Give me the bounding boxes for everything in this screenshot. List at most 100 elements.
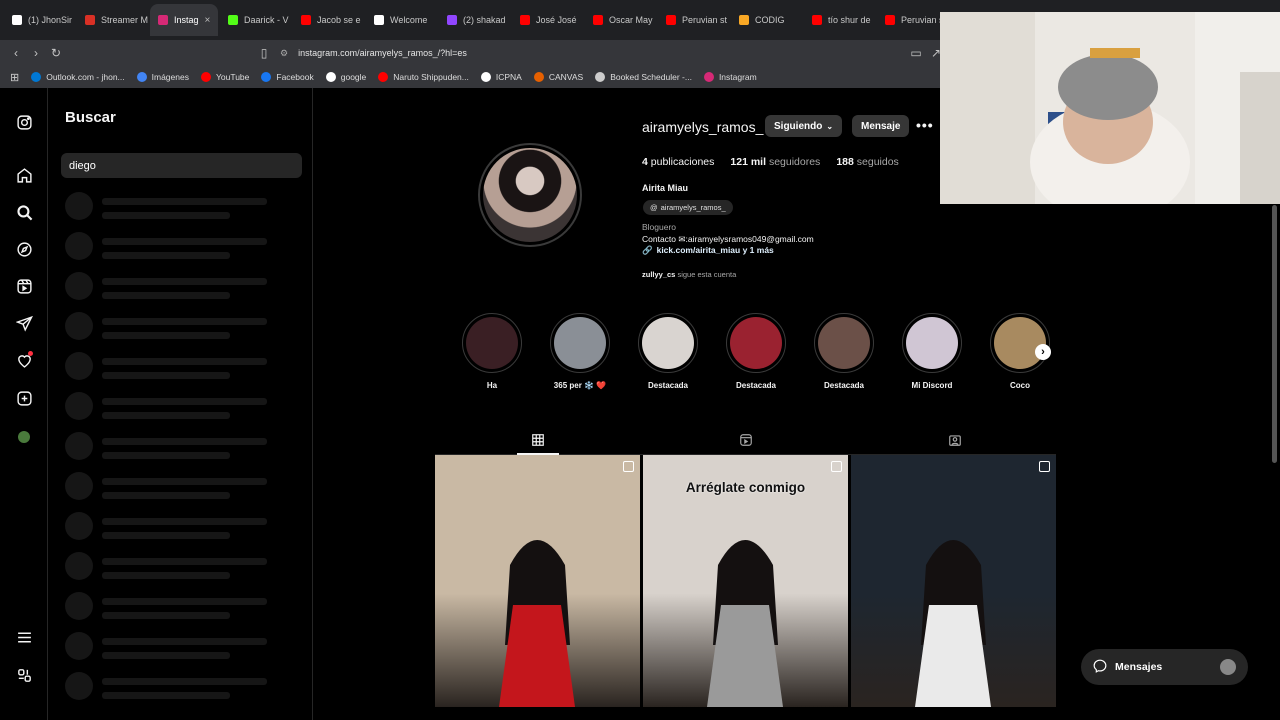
browser-tab[interactable]: Peruvian st <box>877 4 948 36</box>
browser-tab[interactable]: (1) JhonSir <box>4 4 75 36</box>
post-thumbnail[interactable] <box>851 455 1056 707</box>
bookmark-label: Outlook.com - jhon... <box>46 72 125 82</box>
skeleton-line <box>102 492 230 499</box>
bookmark-item[interactable]: Naruto Shippuden... <box>378 72 469 82</box>
link-icon: 🔗 <box>642 245 653 255</box>
profile-link[interactable]: 🔗 kick.com/airita_miau y 1 más <box>642 245 774 256</box>
apps-grid-icon[interactable]: ⊞ <box>10 71 19 84</box>
highlights-next-icon[interactable]: › <box>1035 344 1051 360</box>
bookmark-item[interactable]: google <box>325 72 366 82</box>
bookmark-favicon-icon <box>200 72 211 82</box>
back-icon[interactable]: ‹ <box>6 46 26 60</box>
skeleton-line <box>102 598 267 605</box>
reels-icon[interactable] <box>14 276 34 296</box>
highlight-item[interactable]: Destacada <box>724 313 788 390</box>
highlight-label: 365 per ❄️ ❤️ <box>553 381 607 390</box>
search-result-skeleton <box>65 312 275 342</box>
address-bar[interactable]: ⚙ instagram.com/airamyelys_ramos_/?hl=es <box>280 44 940 62</box>
bookmark-item[interactable]: Instagram <box>703 72 757 82</box>
direct-messages-icon[interactable] <box>14 313 34 333</box>
highlight-label: Destacada <box>735 381 777 390</box>
instagram-nav-rail <box>0 88 48 720</box>
threads-badge[interactable]: @ airamyelys_ramos_ <box>643 200 733 215</box>
profile-avatar-icon[interactable] <box>14 427 34 447</box>
explore-icon[interactable] <box>14 239 34 259</box>
bookmark-item[interactable]: YouTube <box>200 72 249 82</box>
bookmark-item[interactable]: CANVAS <box>533 72 583 82</box>
following-button[interactable]: Siguiendo ⌄ <box>765 115 843 137</box>
skeleton-line <box>102 678 267 685</box>
close-tab-icon[interactable]: × <box>205 15 211 26</box>
story-highlights: Ha 365 per ❄️ ❤️ Destacada Destacada Destaca… <box>460 313 1060 393</box>
highlight-cover <box>550 313 610 373</box>
browser-tab[interactable]: Welcome <box>366 4 437 36</box>
bookmark-favicon-icon <box>31 72 42 82</box>
instagram-logo-icon[interactable] <box>14 112 34 132</box>
skeleton-line <box>102 532 230 539</box>
post-thumbnail[interactable]: Arréglate conmigo <box>643 455 848 707</box>
highlight-item[interactable]: Destacada <box>636 313 700 390</box>
followed-by[interactable]: zullyy_cs sigue esta cuenta <box>642 270 736 279</box>
browser-tab[interactable]: Instag × <box>150 4 218 36</box>
posts-grid: Arréglate conmigo <box>435 455 1057 707</box>
highlight-item[interactable]: 365 per ❄️ ❤️ <box>548 313 612 390</box>
highlight-cover <box>462 313 522 373</box>
profile-avatar[interactable] <box>478 143 582 247</box>
search-panel: Buscar <box>48 88 313 720</box>
notifications-heart-icon[interactable] <box>14 350 34 370</box>
tab-posts-grid-icon[interactable] <box>528 431 548 449</box>
contact-email: :airamyelysramos049@gmail.com <box>685 234 814 244</box>
page-scrollbar[interactable] <box>1272 205 1277 463</box>
bookmark-item[interactable]: Facebook <box>261 72 314 82</box>
browser-tab[interactable]: tío shur de <box>804 4 875 36</box>
cast-icon[interactable]: ▭ <box>906 46 926 60</box>
skeleton-line <box>102 372 230 379</box>
followers-stat[interactable]: 121 mil seguidores <box>730 156 820 168</box>
messages-label: Mensajes <box>1115 661 1163 673</box>
highlight-item[interactable]: Ha <box>460 313 524 390</box>
bookmark-item[interactable]: Imágenes <box>136 72 189 82</box>
site-info-icon[interactable]: ⚙ <box>280 48 288 59</box>
reload-icon[interactable]: ↻ <box>46 46 66 60</box>
tab-tagged-icon[interactable] <box>945 431 965 449</box>
bookmark-favicon-icon <box>378 72 389 82</box>
browser-tab[interactable]: Jacob se e <box>293 4 364 36</box>
search-input[interactable] <box>69 159 269 172</box>
tab-reels-icon[interactable] <box>736 431 756 449</box>
highlight-item[interactable]: Mi Discord <box>900 313 964 390</box>
profile-username: airamyelys_ramos_ <box>642 119 764 135</box>
browser-tab[interactable]: (2) shakad <box>439 4 510 36</box>
browser-tab[interactable]: CODIG <box>731 4 802 36</box>
search-input-container[interactable] <box>61 153 302 178</box>
forward-icon[interactable]: › <box>26 46 46 60</box>
search-result-skeleton <box>65 432 275 462</box>
bookmark-label: Imágenes <box>151 72 189 82</box>
bookmark-icon[interactable]: ▯ <box>254 46 274 60</box>
bookmark-label: Booked Scheduler -... <box>610 72 692 82</box>
bookmark-item[interactable]: ICPNA <box>480 72 522 82</box>
messages-pill[interactable]: Mensajes <box>1081 649 1248 685</box>
following-stat[interactable]: 188 seguidos <box>836 156 898 168</box>
highlight-cover <box>990 313 1050 373</box>
message-button[interactable]: Mensaje <box>852 115 910 137</box>
browser-tab[interactable]: Daarick - V <box>220 4 291 36</box>
more-apps-icon[interactable] <box>14 665 34 685</box>
browser-tab[interactable]: Streamer M <box>77 4 148 36</box>
create-icon[interactable] <box>14 388 34 408</box>
browser-tab-label: Instag <box>174 15 199 25</box>
bookmark-favicon-icon <box>595 72 606 82</box>
contact-line: Contacto ✉:airamyelysramos049@gmail.com <box>642 234 814 244</box>
browser-tab[interactable]: Oscar May <box>585 4 656 36</box>
more-options-icon[interactable]: ••• <box>916 117 934 133</box>
skeleton-avatar <box>65 632 93 660</box>
browser-tab-label: tío shur de <box>828 15 871 25</box>
bookmark-item[interactable]: Outlook.com - jhon... <box>31 72 125 82</box>
home-icon[interactable] <box>14 165 34 185</box>
menu-icon[interactable] <box>14 627 34 647</box>
browser-tab[interactable]: Peruvian st <box>658 4 729 36</box>
browser-tab[interactable]: José José <box>512 4 583 36</box>
search-icon[interactable] <box>14 202 34 222</box>
post-thumbnail[interactable] <box>435 455 640 707</box>
highlight-item[interactable]: Destacada <box>812 313 876 390</box>
bookmark-item[interactable]: Booked Scheduler -... <box>595 72 692 82</box>
